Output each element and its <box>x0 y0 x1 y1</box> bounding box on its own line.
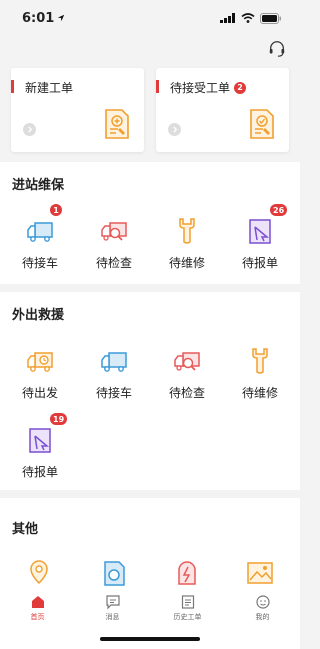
wrench-icon <box>252 348 268 374</box>
tab-label: 首页 <box>30 613 45 621</box>
status-icons <box>220 12 282 24</box>
item-label: 待检查 <box>168 386 205 400</box>
tab-bar: 首页 消息 历史工单 我的 <box>0 588 300 630</box>
section-title: 外出救援 <box>12 308 65 323</box>
section-title: 进站维保 <box>12 178 65 193</box>
tab-label: 历史工单 <box>173 613 202 621</box>
station-pending-inspect[interactable]: 待检查 <box>84 216 144 286</box>
card-title-text: 新建工单 <box>25 81 74 95</box>
message-icon <box>105 595 120 610</box>
section-title: 其他 <box>12 522 39 537</box>
image-icon <box>247 562 273 584</box>
history-icon <box>181 595 194 609</box>
item-label: 待维修 <box>168 256 205 270</box>
wifi-icon <box>241 13 255 23</box>
pending-accept-card[interactable]: 待接受工单 2 <box>156 68 289 152</box>
rescue-pending-report[interactable]: 19 待报单 <box>10 413 70 495</box>
item-label: 待报单 <box>21 465 58 479</box>
profile-icon <box>255 595 270 609</box>
truck-icon <box>27 222 53 242</box>
card-accent-bar <box>11 80 14 93</box>
item-label: 待接车 <box>95 386 132 400</box>
rescue-pending-repair[interactable]: 待维修 <box>230 346 290 416</box>
header <box>0 36 300 64</box>
item-label: 待报单 <box>241 256 278 270</box>
time-label: 6:01 <box>22 10 55 26</box>
count-badge: 26 <box>270 204 288 216</box>
count-badge: 2 <box>234 81 247 94</box>
station-pending-report[interactable]: 26 待报单 <box>230 204 290 286</box>
status-time: 6:01 <box>22 11 65 26</box>
inspect-truck-icon <box>101 222 127 241</box>
home-icon <box>31 596 44 608</box>
item-label: 待接车 <box>21 256 58 270</box>
location-arrow-icon <box>58 14 65 22</box>
status-bar: 6:01 <box>0 0 300 36</box>
count-badge: 1 <box>50 204 62 216</box>
other-section: 其他 <box>0 498 300 588</box>
item-label: 待检查 <box>95 256 132 270</box>
battery-icon <box>260 12 281 24</box>
wrench-icon <box>179 218 195 244</box>
truck-clock-icon <box>27 352 53 372</box>
signal-icon <box>220 13 235 23</box>
tab-label: 消息 <box>105 613 120 621</box>
station-pending-repair[interactable]: 待维修 <box>157 216 217 286</box>
report-icon <box>29 428 51 453</box>
location-icon <box>30 560 48 585</box>
search-doc-icon <box>104 561 125 586</box>
tab-messages[interactable]: 消息 <box>75 588 150 630</box>
rescue-pending-inspect[interactable]: 待检查 <box>157 346 217 416</box>
rescue-pending-receive[interactable]: 待接车 <box>84 346 144 416</box>
item-label: 待维修 <box>241 386 278 400</box>
document-plus-icon <box>105 109 129 139</box>
rescue-pending-depart[interactable]: 待出发 <box>10 346 70 416</box>
field-rescue-section: 外出救援 待出发 待接车 待检查 待维修 19 待报单 <box>0 292 300 490</box>
home-indicator[interactable] <box>100 637 200 641</box>
tab-home[interactable]: 首页 <box>0 588 75 630</box>
station-pending-receive[interactable]: 1 待接车 <box>10 204 70 286</box>
tab-profile[interactable]: 我的 <box>225 588 300 630</box>
truck-icon <box>101 352 127 372</box>
headset-icon[interactable] <box>268 40 286 58</box>
inspect-truck-icon <box>174 352 200 371</box>
chevron-right-icon[interactable] <box>168 123 181 136</box>
tab-history[interactable]: 历史工单 <box>150 588 225 630</box>
new-work-order-card[interactable]: 新建工单 <box>11 68 144 152</box>
tab-label: 我的 <box>255 613 270 621</box>
card-title-text: 待接受工单 <box>170 81 231 95</box>
chevron-right-icon[interactable] <box>23 123 36 136</box>
card-title: 新建工单 <box>25 79 73 96</box>
document-check-icon <box>250 109 274 139</box>
report-icon <box>249 219 271 244</box>
card-title: 待接受工单 2 <box>170 79 247 96</box>
station-maintenance-section: 进站维保 1 待接车 待检查 待维修 26 待报单 <box>0 162 300 284</box>
alarm-icon <box>178 561 196 585</box>
card-accent-bar <box>156 80 159 93</box>
item-label: 待出发 <box>21 386 58 400</box>
count-badge: 19 <box>50 413 68 425</box>
